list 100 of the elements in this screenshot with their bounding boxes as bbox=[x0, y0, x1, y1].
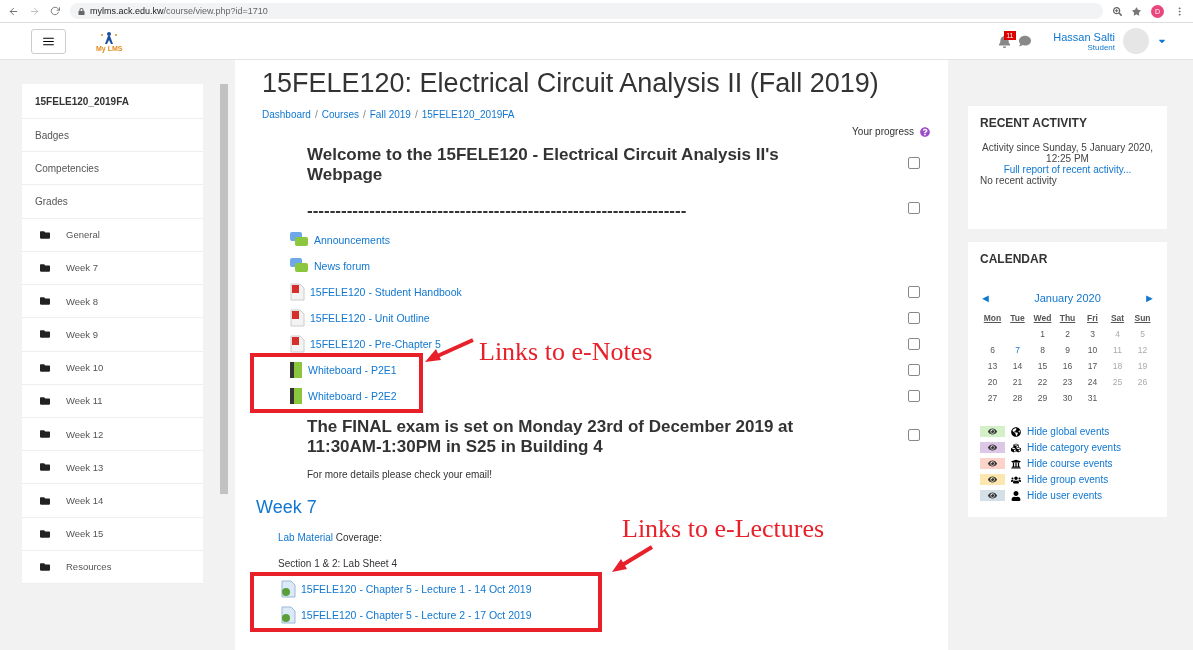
folder-icon bbox=[40, 462, 50, 473]
zoom-icon[interactable] bbox=[1113, 6, 1122, 16]
sidebar-item[interactable]: Week 8 bbox=[22, 285, 203, 319]
calendar-day[interactable]: 20 bbox=[980, 377, 1005, 387]
sidebar-item[interactable]: Week 11 bbox=[22, 384, 203, 418]
event-color-swatch[interactable] bbox=[980, 426, 1005, 437]
completion-checkbox[interactable] bbox=[908, 202, 920, 214]
lab-material-link[interactable]: Lab Material bbox=[278, 531, 334, 543]
hide-events-link[interactable]: Hide group events bbox=[1027, 474, 1109, 485]
next-month-link[interactable]: ► bbox=[1144, 292, 1155, 304]
sidebar-item[interactable]: Grades bbox=[22, 185, 203, 219]
calendar-day[interactable]: 23 bbox=[1055, 377, 1080, 387]
address-bar[interactable]: mylms.ack.edu.kw/course/view.php?id=1710 bbox=[70, 3, 1103, 19]
user-role: Student bbox=[1087, 42, 1115, 52]
cubes-icon bbox=[1011, 442, 1021, 453]
user-name[interactable]: Hassan Salti bbox=[1053, 30, 1115, 43]
block-title: CALENDAR bbox=[980, 252, 1049, 266]
hide-events-link[interactable]: Hide course events bbox=[1027, 458, 1113, 469]
sidebar-item[interactable]: Badges bbox=[22, 119, 203, 153]
weekday-label: Wed bbox=[1032, 313, 1053, 323]
previous-month-link[interactable]: ◄ bbox=[980, 292, 991, 304]
calendar-day[interactable]: 10 bbox=[1080, 345, 1105, 355]
sidebar-item[interactable]: Resources bbox=[22, 550, 203, 585]
calendar-day[interactable]: 16 bbox=[1055, 361, 1080, 371]
sidebar-item[interactable]: Week 12 bbox=[22, 417, 203, 452]
calendar-day[interactable]: 9 bbox=[1055, 345, 1080, 355]
completion-checkbox[interactable] bbox=[908, 312, 920, 324]
chat-icon[interactable] bbox=[1019, 35, 1032, 47]
star-icon[interactable] bbox=[1132, 6, 1141, 16]
completion-checkbox[interactable] bbox=[908, 157, 920, 169]
breadcrumb-link[interactable]: Courses bbox=[321, 109, 359, 120]
calendar-day[interactable]: 28 bbox=[1005, 393, 1030, 403]
calendar-day[interactable]: 2 bbox=[1055, 329, 1080, 339]
sidebar-item[interactable]: Week 14 bbox=[22, 484, 203, 518]
event-color-swatch[interactable] bbox=[980, 474, 1005, 485]
calendar-day[interactable]: 30 bbox=[1055, 393, 1080, 403]
activity-link[interactable]: Announcements bbox=[314, 234, 390, 246]
activity-link[interactable]: News forum bbox=[314, 260, 370, 272]
sidebar-item[interactable]: Week 7 bbox=[22, 251, 203, 286]
calendar-day[interactable]: 13 bbox=[980, 361, 1005, 371]
completion-checkbox[interactable] bbox=[908, 390, 920, 402]
completion-checkbox[interactable] bbox=[908, 338, 920, 350]
calendar-day[interactable]: 14 bbox=[1005, 361, 1030, 371]
help-icon[interactable] bbox=[920, 126, 930, 137]
calendar-day[interactable]: 22 bbox=[1030, 377, 1055, 387]
activity-since: Activity since Sunday, 5 January 2020, 12:25 PM bbox=[981, 142, 1154, 164]
calendar-day[interactable]: 3 bbox=[1080, 329, 1105, 339]
scrollbar-thumb[interactable] bbox=[220, 84, 228, 494]
sidebar-item[interactable]: Week 9 bbox=[22, 318, 203, 352]
month-title[interactable]: January 2020 bbox=[1034, 292, 1101, 304]
hide-events-link[interactable]: Hide category events bbox=[1027, 442, 1121, 453]
menu-button[interactable] bbox=[31, 28, 66, 54]
section-heading: The FINAL exam is set on Monday 23rd of December 2019 at 11:30AM-1:30PM in S25 in Building 4 bbox=[306, 417, 795, 457]
report-link[interactable]: Full report of recent activity... bbox=[1003, 164, 1132, 175]
calendar-day[interactable]: 7 bbox=[1005, 345, 1030, 355]
breadcrumb-link[interactable]: Fall 2019 bbox=[369, 109, 411, 120]
activity-link[interactable]: 15FELE120 - Unit Outline bbox=[310, 312, 430, 324]
calendar-day[interactable]: 24 bbox=[1080, 377, 1105, 387]
reload-icon[interactable] bbox=[50, 6, 60, 16]
breadcrumb-link[interactable]: Dashboard bbox=[262, 109, 311, 120]
sidebar-item[interactable]: Week 15 bbox=[22, 517, 203, 551]
activity-link[interactable]: Whiteboard - P2E2 bbox=[308, 390, 397, 402]
completion-checkbox[interactable] bbox=[908, 429, 920, 441]
event-color-swatch[interactable] bbox=[980, 442, 1005, 453]
folder-icon bbox=[40, 528, 50, 539]
calendar-day[interactable]: 6 bbox=[980, 345, 1005, 355]
pdf-file-icon bbox=[289, 335, 305, 353]
breadcrumb-separator: / bbox=[314, 109, 318, 120]
hide-events-link[interactable]: Hide user events bbox=[1027, 490, 1103, 501]
breadcrumb-separator: / bbox=[414, 109, 418, 120]
activity-link[interactable]: 15FELE120 - Student Handbook bbox=[310, 286, 462, 298]
folder-icon bbox=[40, 229, 50, 240]
course-name[interactable]: 15FELE120_2019FA bbox=[22, 84, 203, 119]
calendar-day[interactable]: 31 bbox=[1080, 393, 1105, 403]
event-color-swatch[interactable] bbox=[980, 490, 1005, 501]
calendar-day[interactable]: 21 bbox=[1005, 377, 1030, 387]
sidebar-item[interactable]: Competencies bbox=[22, 152, 203, 186]
sidebar-item[interactable]: Week 10 bbox=[22, 351, 203, 385]
back-icon[interactable] bbox=[8, 5, 19, 17]
calendar-day[interactable]: 17 bbox=[1080, 361, 1105, 371]
calendar-day[interactable]: 8 bbox=[1030, 345, 1055, 355]
completion-checkbox[interactable] bbox=[908, 364, 920, 376]
empty-text: No recent activity bbox=[980, 175, 1058, 186]
calendar-day[interactable]: 1 bbox=[1030, 329, 1055, 339]
sidebar-item[interactable]: General bbox=[22, 218, 203, 252]
breadcrumb-link[interactable]: 15FELE120_2019FA bbox=[421, 109, 515, 120]
calendar-day[interactable]: 27 bbox=[980, 393, 1005, 403]
activity-link[interactable]: Whiteboard - P2E1 bbox=[308, 364, 397, 376]
activity-link[interactable]: 15FELE120 - Pre-Chapter 5 bbox=[310, 338, 441, 350]
completion-checkbox[interactable] bbox=[908, 286, 920, 298]
forward-icon[interactable] bbox=[29, 5, 40, 17]
folder-icon bbox=[40, 362, 50, 373]
calendar-day[interactable]: 29 bbox=[1030, 393, 1055, 403]
calendar-day[interactable]: 15 bbox=[1030, 361, 1055, 371]
hide-events-link[interactable]: Hide global events bbox=[1027, 426, 1110, 437]
activity-link[interactable]: 15FELE120 - Chapter 5 - Lecture 2 - 17 Oct 2019 bbox=[301, 609, 532, 621]
weekday-label: Sun bbox=[1133, 313, 1152, 323]
sidebar-item[interactable]: Week 13 bbox=[22, 451, 203, 485]
activity-link[interactable]: 15FELE120 - Chapter 5 - Lecture 1 - 14 Oct 2019 bbox=[301, 583, 532, 595]
event-color-swatch[interactable] bbox=[980, 458, 1005, 469]
